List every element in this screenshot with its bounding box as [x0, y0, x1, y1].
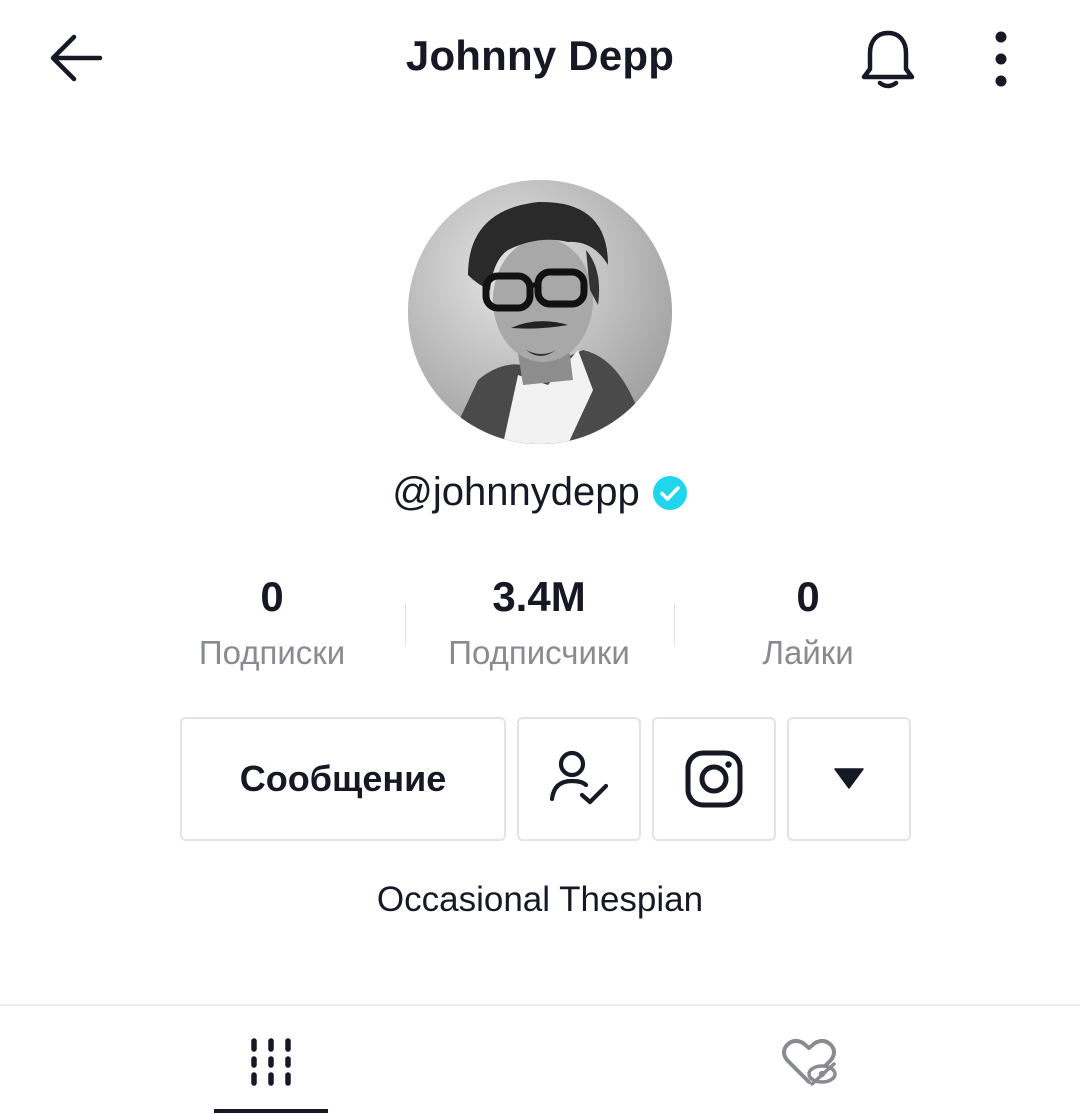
top-bar: Johnny Depp — [0, 0, 1080, 120]
notifications-button[interactable] — [856, 26, 920, 92]
stat-likes[interactable]: 0 Лайки — [673, 570, 943, 672]
tabs-divider — [0, 1004, 1080, 1006]
active-tab-indicator — [214, 1109, 328, 1113]
message-button[interactable]: Сообщение — [180, 717, 506, 841]
profile-page: Johnny Depp @johnnydepp 0 Подписки 3.4M … — [0, 0, 1080, 1114]
instagram-button[interactable] — [652, 717, 776, 841]
stat-likes-label: Лайки — [762, 634, 854, 671]
person-check-icon — [549, 750, 609, 805]
stat-following-value: 0 — [260, 573, 284, 620]
profile-photo — [408, 180, 672, 444]
stat-following[interactable]: 0 Подписки — [137, 570, 407, 672]
triangle-down-icon — [834, 768, 864, 789]
stat-likes-value: 0 — [796, 573, 820, 620]
stat-following-label: Подписки — [198, 634, 346, 671]
stat-followers[interactable]: 3.4M Подписчики — [404, 570, 674, 672]
grid-videos-icon — [251, 1038, 291, 1086]
username: @johnnydepp — [392, 470, 640, 514]
bio: Occasional Thespian — [376, 880, 704, 919]
more-actions-button[interactable] — [787, 717, 911, 841]
instagram-icon — [685, 750, 743, 808]
following-button[interactable] — [517, 717, 641, 841]
tab-liked[interactable] — [752, 1010, 866, 1114]
stat-followers-value: 3.4M — [492, 573, 586, 620]
tab-videos[interactable] — [214, 1010, 328, 1114]
more-options-button[interactable] — [976, 26, 1026, 92]
username-row: @johnnydepp — [0, 470, 1080, 515]
bell-icon — [861, 30, 915, 89]
avatar[interactable] — [408, 180, 672, 444]
vertical-dots-icon — [995, 31, 1007, 87]
stat-followers-label: Подписчики — [448, 634, 630, 671]
hidden-liked-icon — [782, 1038, 837, 1086]
verified-badge-icon — [652, 475, 687, 510]
